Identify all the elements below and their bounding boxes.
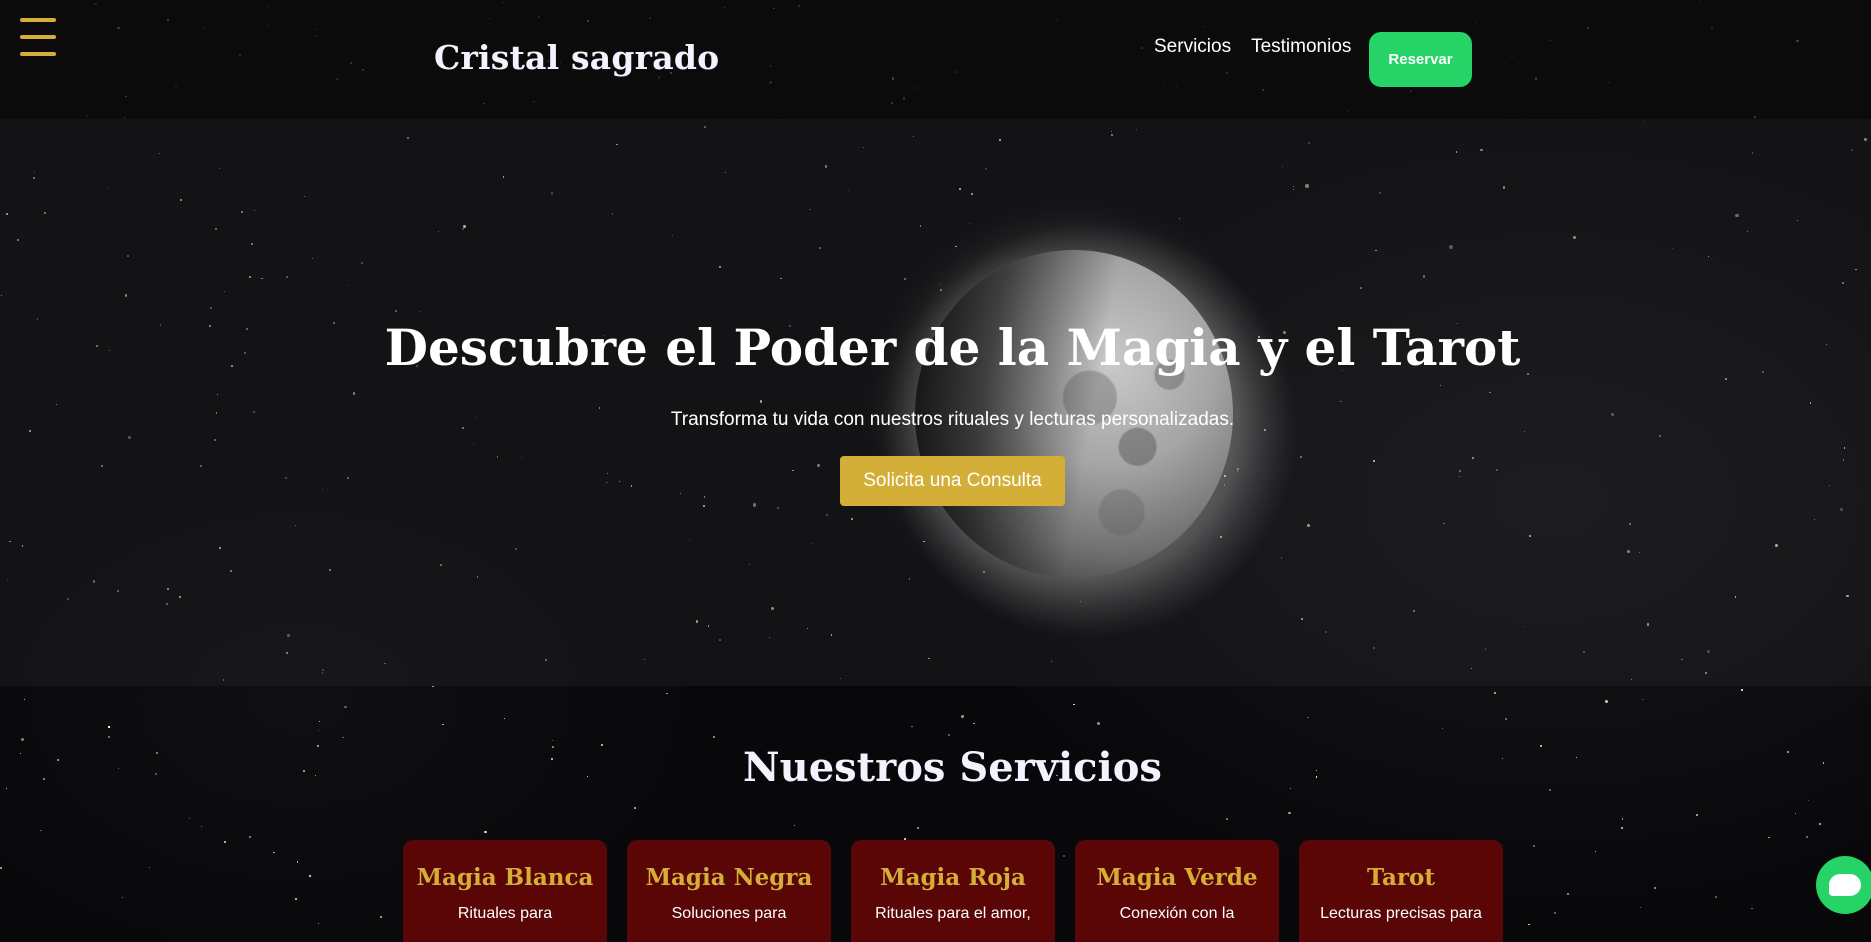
consult-button[interactable]: Solicita una Consulta bbox=[840, 456, 1065, 506]
star bbox=[1654, 887, 1656, 890]
star bbox=[39, 829, 42, 832]
hamburger-icon[interactable] bbox=[20, 18, 56, 56]
star bbox=[947, 734, 950, 737]
star bbox=[200, 825, 202, 828]
star bbox=[1226, 818, 1228, 820]
star bbox=[297, 861, 299, 863]
star bbox=[442, 723, 444, 726]
star bbox=[342, 736, 344, 738]
star bbox=[1073, 703, 1076, 706]
chat-bubble-icon bbox=[1829, 874, 1861, 896]
star bbox=[23, 698, 25, 700]
service-card-title: Tarot bbox=[1367, 864, 1435, 891]
reserve-button[interactable]: Reservar bbox=[1369, 32, 1472, 87]
star bbox=[1528, 923, 1530, 926]
star bbox=[121, 896, 123, 898]
star bbox=[148, 866, 150, 869]
brand-logo[interactable]: Cristal sagrado bbox=[434, 38, 719, 77]
nav-link-servicios[interactable]: Servicios bbox=[1154, 36, 1231, 58]
hero-title: Descubre el Poder de la Magia y el Tarot bbox=[384, 318, 1521, 377]
star bbox=[1818, 822, 1821, 825]
star bbox=[318, 729, 320, 732]
star bbox=[1288, 811, 1291, 815]
chat-button[interactable] bbox=[1816, 856, 1871, 914]
star bbox=[294, 897, 297, 900]
service-card-title: Magia Roja bbox=[880, 864, 1026, 891]
star bbox=[1794, 813, 1796, 815]
service-card-text: Rituales para el amor, bbox=[875, 905, 1031, 922]
star bbox=[273, 851, 275, 854]
main-nav: Servicios Testimonios bbox=[1154, 36, 1351, 58]
hamburger-line bbox=[20, 52, 56, 56]
star bbox=[188, 817, 191, 820]
star bbox=[1768, 836, 1770, 839]
star bbox=[1751, 907, 1753, 909]
service-card-magia-roja[interactable]: Magia Roja Rituales para el amor, bbox=[851, 840, 1055, 942]
star bbox=[666, 692, 669, 695]
star bbox=[0, 866, 3, 869]
service-card-text: Rituales para bbox=[457, 905, 553, 922]
star bbox=[344, 706, 347, 709]
star bbox=[1096, 722, 1100, 726]
service-card-magia-blanca[interactable]: Magia Blanca Rituales para bbox=[403, 840, 607, 942]
service-card-tarot[interactable]: Tarot Lecturas precisas para bbox=[1299, 840, 1503, 942]
star bbox=[1493, 692, 1496, 694]
star bbox=[1715, 896, 1718, 899]
star bbox=[1807, 799, 1810, 802]
star bbox=[249, 835, 251, 838]
star bbox=[1442, 727, 1444, 729]
services-cards: Magia Blanca Rituales para Magia Negra S… bbox=[403, 840, 1503, 942]
star bbox=[317, 922, 320, 924]
star bbox=[1307, 716, 1309, 719]
star bbox=[107, 735, 111, 738]
hamburger-line bbox=[20, 35, 56, 39]
star bbox=[916, 827, 919, 830]
hero-subtitle: Transforma tu vida con nuestros rituales… bbox=[670, 409, 1235, 430]
star bbox=[961, 714, 965, 718]
star bbox=[224, 841, 226, 843]
star bbox=[1741, 689, 1743, 691]
star bbox=[793, 824, 795, 826]
hamburger-line bbox=[20, 18, 56, 22]
services-title: Nuestros Servicios bbox=[743, 744, 1162, 791]
star bbox=[1695, 813, 1698, 816]
star bbox=[1533, 845, 1536, 847]
star bbox=[634, 807, 636, 809]
star bbox=[1805, 836, 1808, 839]
star bbox=[1504, 718, 1507, 721]
star bbox=[484, 830, 487, 834]
star bbox=[379, 916, 382, 919]
star bbox=[1641, 698, 1644, 701]
service-card-magia-negra[interactable]: Magia Negra Soluciones para bbox=[627, 840, 831, 942]
star bbox=[1567, 892, 1569, 895]
star bbox=[504, 717, 506, 719]
service-card-text: Conexión con la bbox=[1119, 905, 1235, 922]
star bbox=[1594, 851, 1596, 853]
star bbox=[1604, 699, 1608, 703]
star bbox=[1640, 906, 1642, 908]
star bbox=[712, 736, 715, 739]
service-card-magia-verde[interactable]: Magia Verde Conexión con la bbox=[1075, 840, 1279, 942]
site-header: Cristal sagrado Servicios Testimonios Re… bbox=[0, 0, 1871, 119]
star bbox=[552, 739, 554, 742]
service-card-title: Magia Verde bbox=[1096, 864, 1258, 891]
nav-link-testimonios[interactable]: Testimonios bbox=[1251, 36, 1351, 58]
star bbox=[973, 722, 975, 725]
star bbox=[1621, 818, 1624, 820]
star bbox=[108, 726, 110, 728]
star bbox=[308, 875, 311, 878]
service-card-text: Lecturas precisas para bbox=[1320, 905, 1482, 922]
service-card-title: Magia Blanca bbox=[416, 864, 594, 891]
star bbox=[911, 725, 913, 728]
service-card-text: Soluciones para bbox=[671, 905, 787, 922]
service-card-title: Magia Negra bbox=[645, 864, 813, 891]
star bbox=[21, 738, 24, 741]
star bbox=[1620, 827, 1623, 830]
star bbox=[318, 720, 320, 722]
star bbox=[1553, 912, 1556, 915]
